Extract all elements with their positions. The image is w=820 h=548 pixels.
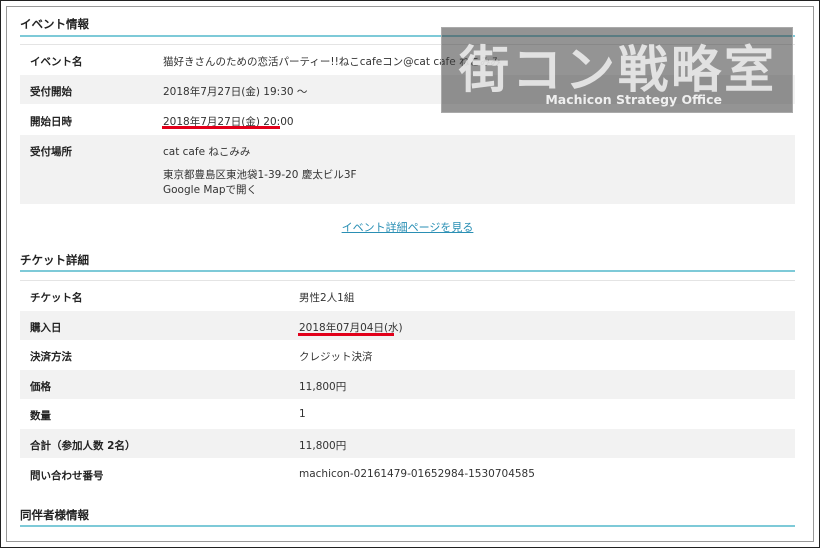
row-label: 購入日 (30, 322, 62, 334)
ticket-info-rule (20, 270, 795, 272)
inquiry-number-value: machicon-02161479-01652984-1530704585 (299, 468, 535, 480)
price-value: 11,800円 (299, 381, 347, 393)
row-label: 受付場所 (30, 146, 72, 158)
row-label: イベント名 (30, 56, 83, 68)
row-label: 開始日時 (30, 116, 72, 128)
row-label: 問い合わせ番号 (30, 470, 104, 482)
table-row-payment-method: 決済方法 クレジット決済 (20, 341, 795, 370)
row-label: 価格 (30, 381, 51, 393)
total-value: 11,800円 (299, 440, 347, 452)
table-row-ticket-name: チケット名 男性2人1組 (20, 281, 795, 311)
google-map-link[interactable]: Google Mapで開く (163, 182, 257, 197)
table-row-total: 合計（参加人数 2名） 11,800円 (20, 429, 795, 459)
table-row-purchase-date: 購入日 2018年07月04日(水) (20, 311, 795, 341)
row-label: チケット名 (30, 292, 83, 304)
row-label: 合計（参加人数 2名） (30, 440, 136, 452)
venue-name: cat cafe ねこみみ (163, 146, 251, 158)
start-datetime-highlight (162, 126, 280, 129)
ticket-name-value: 男性2人1組 (299, 292, 355, 304)
table-row-reception-place: 受付場所 cat cafe ねこみみ 東京都豊島区東池袋1-39-20 慶太ビル… (20, 135, 795, 205)
row-label: 数量 (30, 410, 51, 422)
table-row-quantity: 数量 1 (20, 400, 795, 429)
quantity-value: 1 (299, 408, 306, 420)
table-row-inquiry-number: 問い合わせ番号 machicon-02161479-01652984-15307… (20, 459, 795, 489)
ticket-info-heading: チケット詳細 (20, 253, 89, 267)
purchase-date-highlight (298, 333, 394, 336)
companion-info-rule (20, 525, 795, 527)
event-info-heading: イベント情報 (20, 17, 89, 31)
venue-address: 東京都豊島区東池袋1-39-20 慶太ビル3F (163, 169, 357, 181)
reception-start-value: 2018年7月27日(金) 19:30 〜 (163, 86, 308, 98)
table-row-price: 価格 11,800円 (20, 370, 795, 400)
ticket-info-table: チケット名 男性2人1組 購入日 2018年07月04日(水) 決済方法 クレジ… (20, 280, 795, 489)
companion-info-heading: 同伴者様情報 (20, 508, 89, 522)
row-label: 受付開始 (30, 86, 72, 98)
payment-method-value: クレジット決済 (299, 351, 373, 363)
event-detail-link[interactable]: イベント詳細ページを見る (0, 219, 815, 235)
watermark-subtitle: Machicon Strategy Office (545, 92, 722, 107)
watermark-logo: 街コン戦略室 Machicon Strategy Office (441, 27, 793, 113)
row-label: 決済方法 (30, 351, 72, 363)
